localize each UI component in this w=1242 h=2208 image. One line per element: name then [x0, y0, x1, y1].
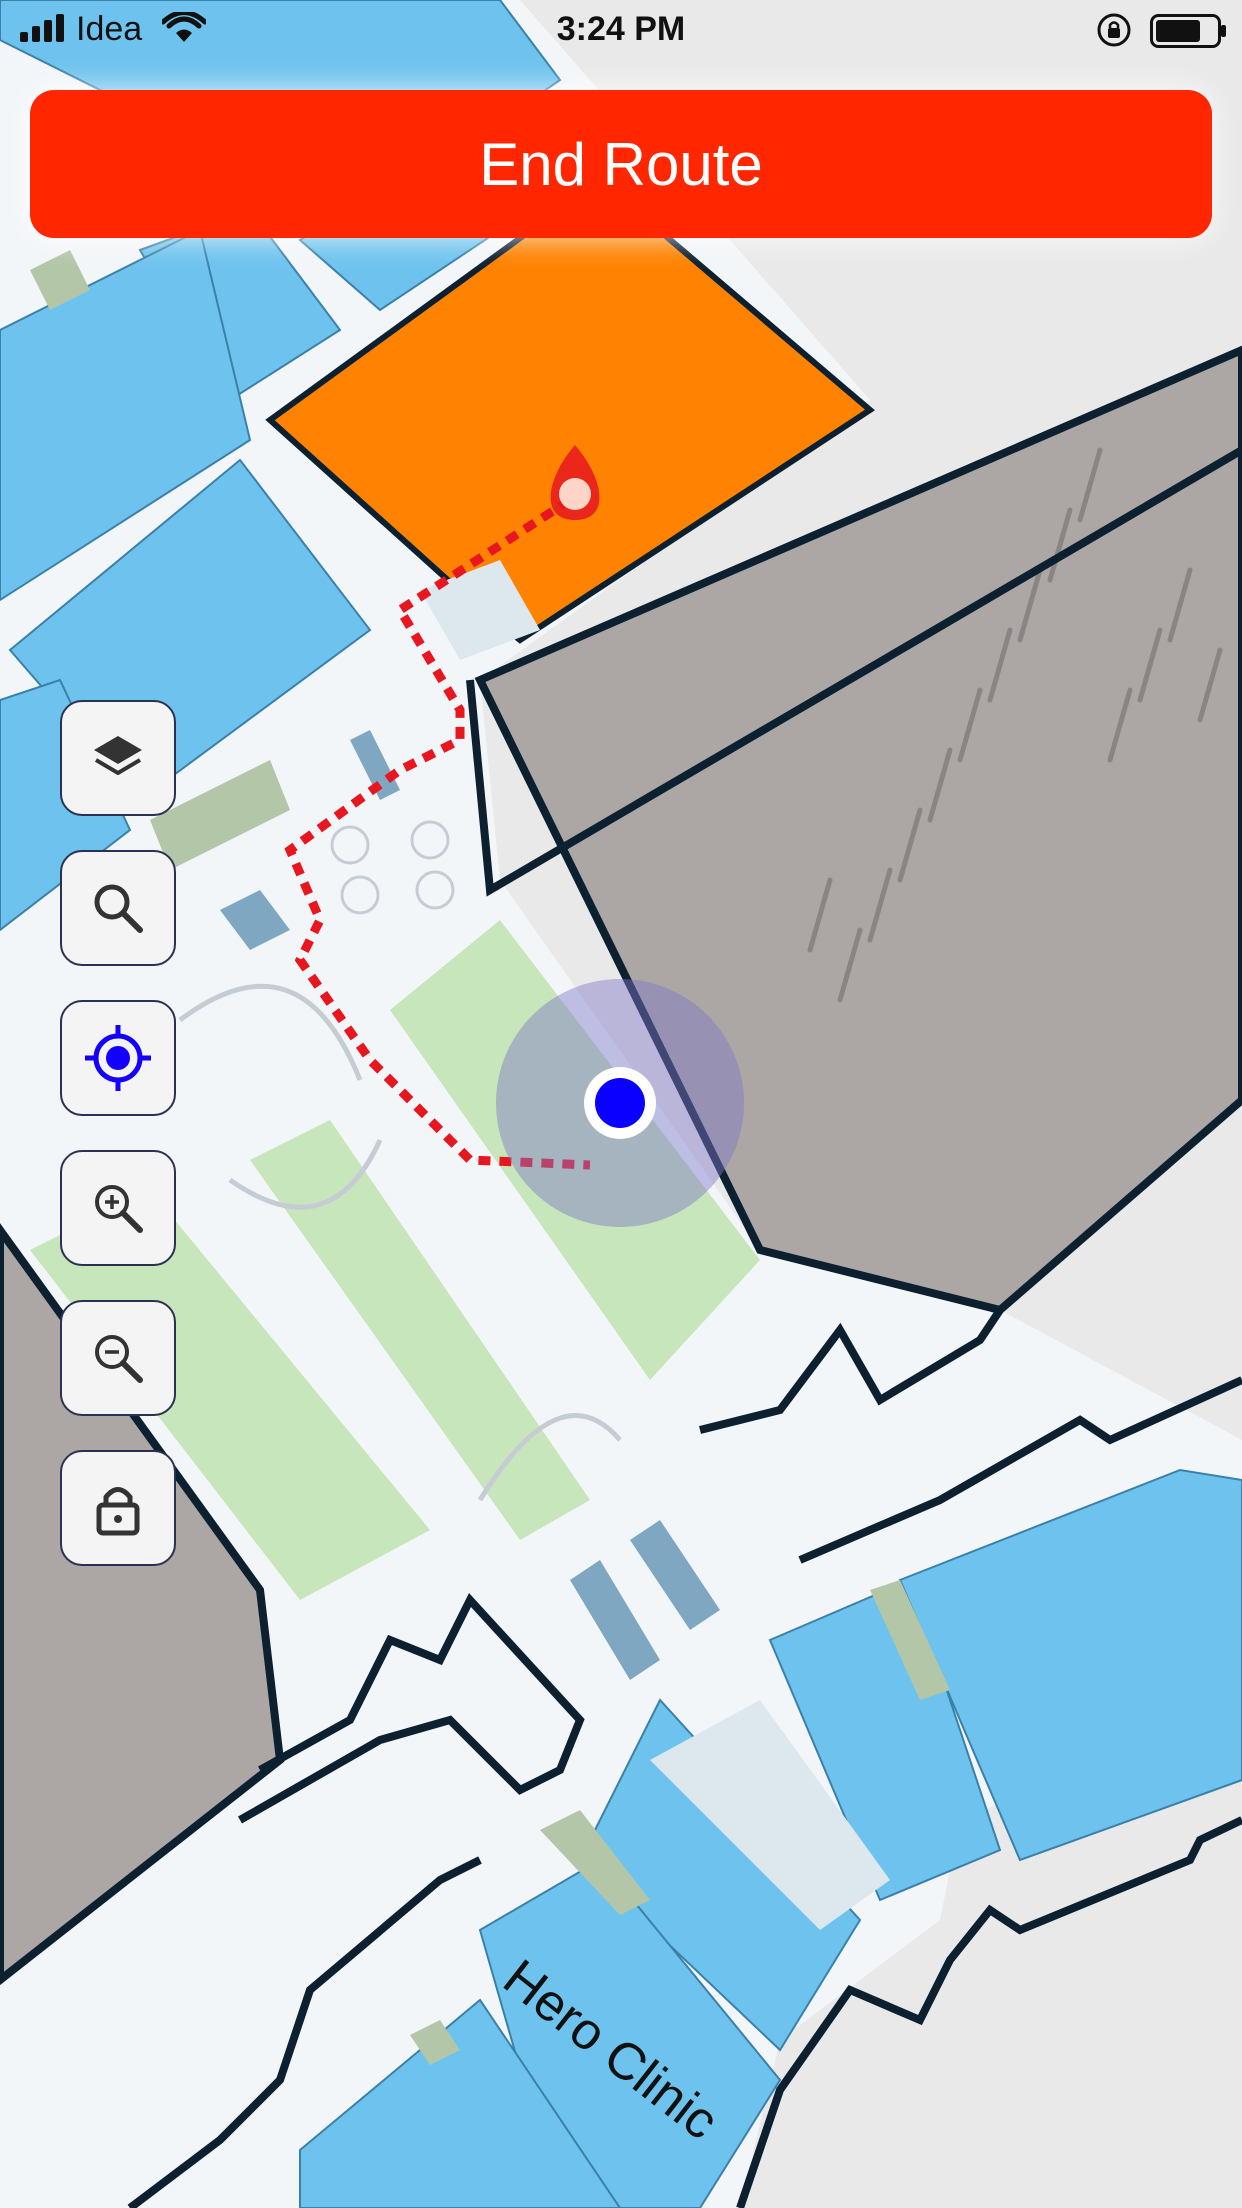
zoom-out-button[interactable]	[60, 1300, 176, 1416]
battery-icon	[1150, 14, 1226, 48]
clock: 3:24 PM	[556, 10, 686, 48]
layers-button[interactable]	[60, 700, 176, 816]
search-button[interactable]	[60, 850, 176, 966]
zoom-out-icon	[95, 1335, 143, 1383]
lock-icon	[96, 1487, 140, 1536]
status-bar: Idea 3:24 PM	[0, 0, 1242, 62]
zoom-in-button[interactable]	[60, 1150, 176, 1266]
rotation-lock-icon	[1097, 13, 1131, 47]
search-icon	[94, 884, 143, 933]
crosshair-icon	[85, 1025, 151, 1091]
lock-map-button[interactable]	[60, 1450, 176, 1566]
layers-icon	[94, 736, 142, 775]
zoom-in-icon	[95, 1185, 143, 1233]
floor-map[interactable]: Hero Clinic	[0, 0, 1242, 2208]
my-location-button[interactable]	[60, 1000, 176, 1116]
user-location-marker	[496, 979, 744, 1227]
end-route-button[interactable]: End Route	[30, 90, 1212, 238]
